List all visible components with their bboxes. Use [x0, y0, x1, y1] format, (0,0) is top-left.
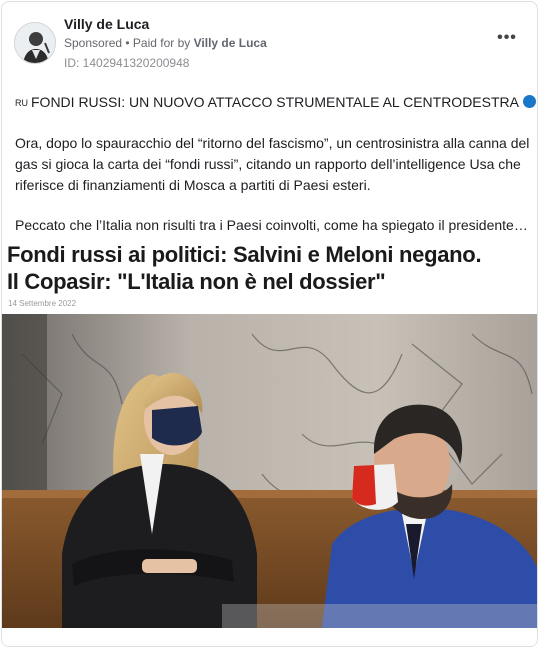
- post-body: RU FONDI RUSSI: UN NUOVO ATTACCO STRUMENT…: [15, 92, 536, 236]
- post-paragraph-1: Ora, dopo lo spauracchio del “ritorno de…: [15, 135, 530, 193]
- paid-for-name[interactable]: Villy de Luca: [194, 36, 267, 50]
- news-photo: [2, 314, 537, 628]
- card-footer: [2, 628, 537, 646]
- post-headline: RU FONDI RUSSI: UN NUOVO ATTACCO STRUMENT…: [15, 92, 536, 114]
- paid-for-prefix: Paid for by: [132, 36, 194, 50]
- ad-creative-image[interactable]: Fondi russi ai politici: Salvini e Melon…: [2, 235, 537, 628]
- more-horizontal-icon: •••: [497, 29, 517, 46]
- avatar-image: [15, 23, 55, 63]
- blue-circle-emoji-icon: [522, 95, 536, 108]
- article-title-line-2: Il Copasir: "L'Italia non è nel dossier": [7, 269, 386, 294]
- photo-illustration: [2, 314, 537, 628]
- headline-text: FONDI RUSSI: UN NUOVO ATTACCO STRUMENTAL…: [31, 94, 519, 110]
- ad-id: ID: 1402941320200948: [64, 56, 190, 70]
- page-avatar[interactable]: [14, 22, 56, 64]
- article-title: Fondi russi ai politici: Salvini e Melon…: [7, 241, 535, 295]
- ad-card: Villy de Luca Sponsored • Paid for by Vi…: [1, 1, 538, 647]
- separator-dot: •: [122, 36, 133, 50]
- page-name[interactable]: Villy de Luca: [64, 16, 149, 32]
- sponsored-line: Sponsored • Paid for by Villy de Luca: [64, 36, 267, 50]
- post-paragraph-2[interactable]: Peccato che l’Italia non risulti tra i P…: [15, 215, 530, 236]
- more-options-button[interactable]: •••: [492, 30, 522, 50]
- article-title-line-1: Fondi russi ai politici: Salvini e Melon…: [7, 242, 482, 267]
- language-badge: RU: [15, 98, 28, 108]
- article-date: 14 Settembre 2022: [8, 299, 77, 308]
- sponsored-label: Sponsored: [64, 36, 123, 50]
- post-header: Villy de Luca Sponsored • Paid for by Vi…: [2, 2, 537, 82]
